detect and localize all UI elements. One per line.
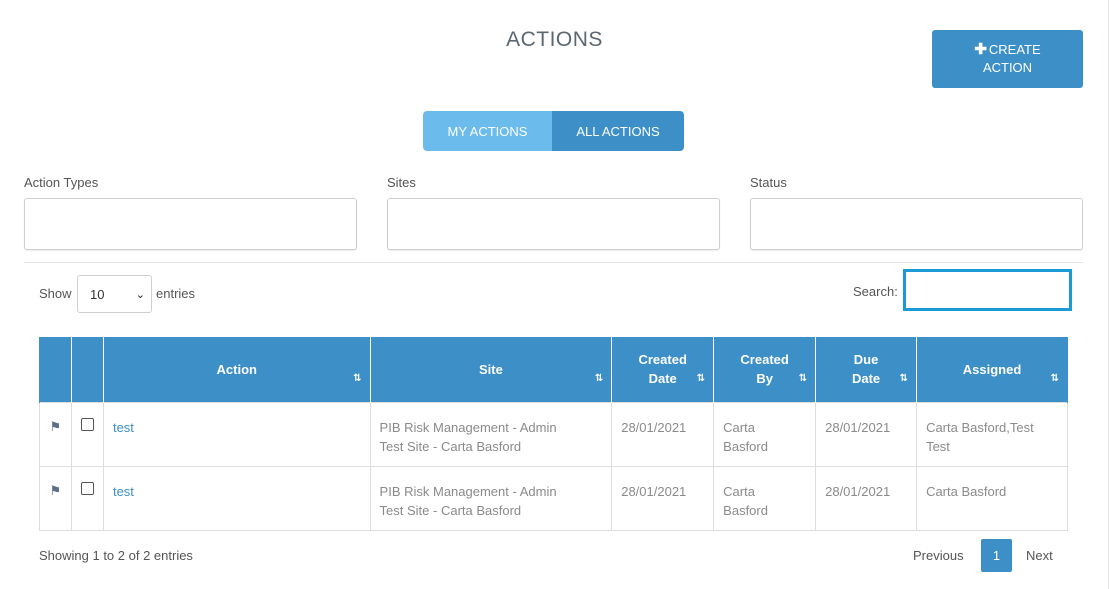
select-cell [70, 401, 104, 467]
create-action-button[interactable]: ✚ CREATE ACTION [932, 30, 1083, 88]
action-cell: test [102, 401, 371, 467]
my-actions-tab[interactable]: MY ACTIONS [423, 111, 552, 151]
divider [24, 262, 1083, 263]
created-by-cell: Carta Basford [713, 465, 817, 531]
due-date-cell: 28/01/2021 [815, 465, 918, 531]
header-due-date[interactable]: Due Date ⇅ [815, 337, 918, 402]
assigned-cell: Carta Basford,Test Test [916, 401, 1068, 467]
table-row: ⚑ test PIB Risk Management - Admin Test S… [39, 465, 1068, 531]
status-select[interactable] [750, 198, 1083, 250]
header-site[interactable]: Site ⇅ [369, 337, 613, 402]
flag-cell: ⚑ [39, 465, 72, 531]
sort-arrows-icon[interactable]: ⇅ [900, 369, 908, 388]
header-select [70, 337, 104, 402]
show-label: Show [39, 286, 72, 301]
site-cell: PIB Risk Management - Admin Test Site - C… [369, 401, 613, 467]
header-flag [39, 337, 72, 402]
flag-icon[interactable]: ⚑ [50, 483, 62, 498]
site-cell: PIB Risk Management - Admin Test Site - C… [369, 465, 613, 531]
select-cell [70, 465, 104, 531]
row-checkbox[interactable] [80, 481, 94, 495]
sort-arrows-icon[interactable]: ⇅ [595, 369, 603, 388]
created-by-cell: Carta Basford [713, 401, 817, 467]
header-created-date[interactable]: Created Date ⇅ [611, 337, 715, 402]
pagination-previous[interactable]: Previous [913, 548, 964, 563]
pagination-page-1[interactable]: 1 [981, 539, 1012, 572]
sites-select[interactable] [387, 198, 720, 250]
entries-selected-value: 10 [90, 286, 105, 302]
flag-cell: ⚑ [39, 401, 72, 467]
flag-icon[interactable]: ⚑ [50, 419, 62, 434]
action-types-select[interactable] [24, 198, 357, 250]
due-date-cell: 28/01/2021 [815, 401, 918, 467]
create-action-label-line2: ACTION [982, 60, 1033, 75]
table-row: ⚑ test PIB Risk Management - Admin Test S… [39, 401, 1068, 467]
status-label: Status [750, 175, 787, 190]
search-label: Search: [853, 284, 898, 299]
action-link[interactable]: test [113, 420, 134, 435]
sort-arrows-icon[interactable]: ⇅ [353, 369, 361, 388]
header-created-by[interactable]: Created By ⇅ [713, 337, 817, 402]
row-checkbox[interactable] [80, 417, 94, 431]
create-action-label-line1: CREATE [988, 42, 1041, 57]
all-actions-tab[interactable]: ALL ACTIONS [552, 111, 684, 151]
sort-arrows-icon[interactable]: ⇅ [1051, 369, 1059, 388]
table-header-row: Action ⇅ Site ⇅ Created Date ⇅ Created By ⇅ Du… [39, 337, 1068, 402]
entries-per-page-select[interactable]: 10 ⌄ [77, 275, 152, 313]
chevron-down-icon: ⌄ [135, 289, 145, 301]
sort-arrows-icon[interactable]: ⇅ [799, 369, 807, 388]
action-link[interactable]: test [113, 484, 134, 499]
sort-arrows-icon[interactable]: ⇅ [697, 369, 705, 388]
header-action[interactable]: Action ⇅ [102, 337, 371, 402]
table-info: Showing 1 to 2 of 2 entries [39, 548, 193, 563]
created-date-cell: 28/01/2021 [611, 401, 715, 467]
created-date-cell: 28/01/2021 [611, 465, 715, 531]
pagination-next[interactable]: Next [1026, 548, 1053, 563]
plus-icon: ✚ [974, 41, 987, 58]
header-assigned[interactable]: Assigned ⇅ [916, 337, 1068, 402]
search-input[interactable] [903, 269, 1072, 311]
entries-label: entries [156, 286, 196, 301]
sites-label: Sites [387, 175, 416, 190]
assigned-cell: Carta Basford [916, 465, 1068, 531]
actions-table: Action ⇅ Site ⇅ Created Date ⇅ Created By ⇅ Du… [39, 337, 1068, 531]
action-cell: test [102, 465, 371, 531]
actions-toggle: MY ACTIONS ALL ACTIONS [423, 111, 684, 151]
action-types-label: Action Types [24, 175, 99, 190]
